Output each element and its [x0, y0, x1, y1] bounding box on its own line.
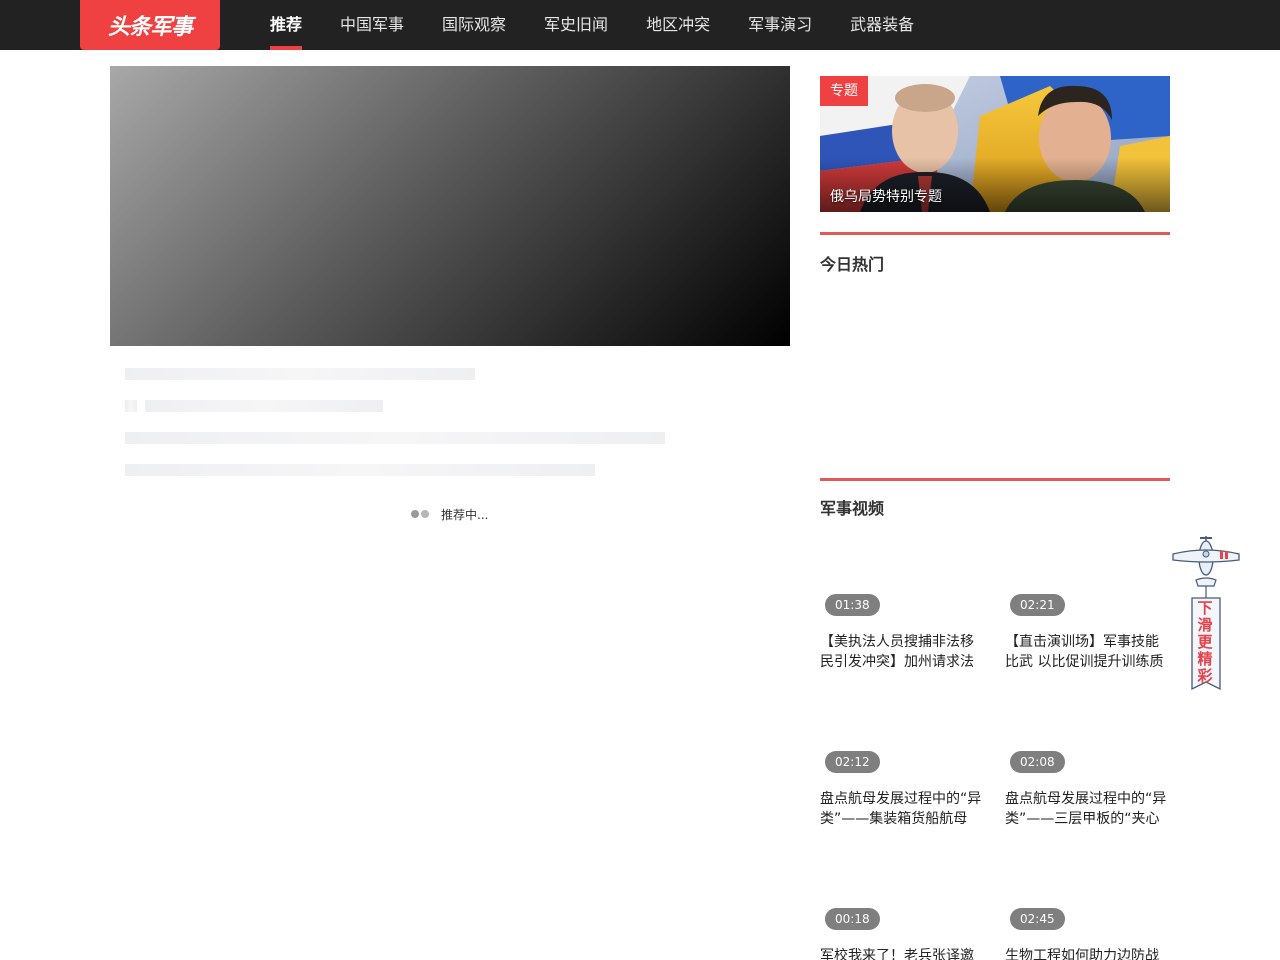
video-duration-badge: 02:45 [1010, 908, 1065, 930]
hot-section-divider [820, 232, 1170, 235]
nav-tab-regional-conflict[interactable]: 地区冲突 [646, 0, 710, 50]
loading-dot [421, 510, 429, 518]
video-duration-badge: 00:18 [825, 908, 880, 930]
skeleton-line [145, 400, 383, 412]
nav-tab-military-history[interactable]: 军史旧闻 [544, 0, 608, 50]
video-card[interactable]: 02:21 【直击演训场】军事技能比武 以比促训提升训练质 [1005, 530, 1165, 680]
site-logo[interactable]: 头条军事 [80, 0, 220, 50]
loading-indicator: 推荐中... [411, 506, 488, 522]
nav-tab-recommend[interactable]: 推荐 [270, 0, 303, 50]
video-title[interactable]: 生物工程如何助力边防战 [1005, 946, 1170, 960]
video-duration-badge: 02:21 [1010, 594, 1065, 616]
nav-tab-weapons[interactable]: 武器装备 [850, 0, 914, 50]
loading-dot [411, 510, 419, 518]
nav-tab-military-exercise[interactable]: 军事演习 [748, 0, 812, 50]
loading-text: 推荐中... [441, 507, 489, 522]
video-title[interactable]: 【美执法人员搜捕非法移民引发冲突】加州请求法 [820, 632, 985, 672]
skeleton-line [125, 464, 595, 476]
skeleton-line [125, 368, 475, 380]
scroll-more-banner-text: 下滑更精彩 [1197, 599, 1213, 685]
hot-section-title: 今日热门 [820, 255, 885, 274]
video-card[interactable]: 02:45 生物工程如何助力边防战 [1005, 844, 1165, 960]
video-card[interactable]: 00:18 军校我来了！老兵张译邀 [820, 844, 980, 960]
top-navigation-bar: 头条军事 推荐 中国军事 国际观察 军史旧闻 地区冲突 军事演习 武器装备 [0, 0, 1280, 50]
video-section-divider [820, 478, 1170, 481]
nav-tab-china-military[interactable]: 中国军事 [340, 0, 404, 50]
video-duration-badge: 02:08 [1010, 751, 1065, 773]
video-duration-badge: 01:38 [825, 594, 880, 616]
hero-image-placeholder[interactable] [110, 66, 790, 346]
skeleton-line [125, 432, 665, 444]
video-title[interactable]: 军校我来了！老兵张译邀 [820, 946, 985, 960]
video-section-title: 军事视频 [820, 499, 885, 518]
video-card[interactable]: 02:08 盘点航母发展过程中的“异类”——三层甲板的“夹心饼 [1005, 687, 1166, 837]
nav-tab-international[interactable]: 国际观察 [442, 0, 506, 50]
skeleton-avatar [125, 400, 137, 412]
video-title[interactable]: 盘点航母发展过程中的“异类”——三层甲板的“夹心饼 [1005, 789, 1170, 829]
video-card[interactable]: 02:12 盘点航母发展过程中的“异类”——集装箱货船航母 [820, 687, 981, 837]
video-title[interactable]: 盘点航母发展过程中的“异类”——集装箱货船航母 [820, 789, 985, 829]
special-topic-tag: 专题 [820, 76, 868, 106]
video-title[interactable]: 【直击演训场】军事技能比武 以比促训提升训练质 [1005, 632, 1170, 672]
site-logo-text: 头条军事 [107, 15, 193, 40]
video-card[interactable]: 01:38 【美执法人员搜捕非法移民引发冲突】加州请求法 [820, 530, 980, 680]
special-topic-card[interactable]: 专题 俄乌局势特别专题 [820, 76, 1170, 212]
video-duration-badge: 02:12 [825, 751, 880, 773]
special-topic-title: 俄乌局势特别专题 [830, 189, 942, 205]
channel-nav: 推荐 中国军事 国际观察 军史旧闻 地区冲突 军事演习 武器装备 [270, 0, 952, 50]
